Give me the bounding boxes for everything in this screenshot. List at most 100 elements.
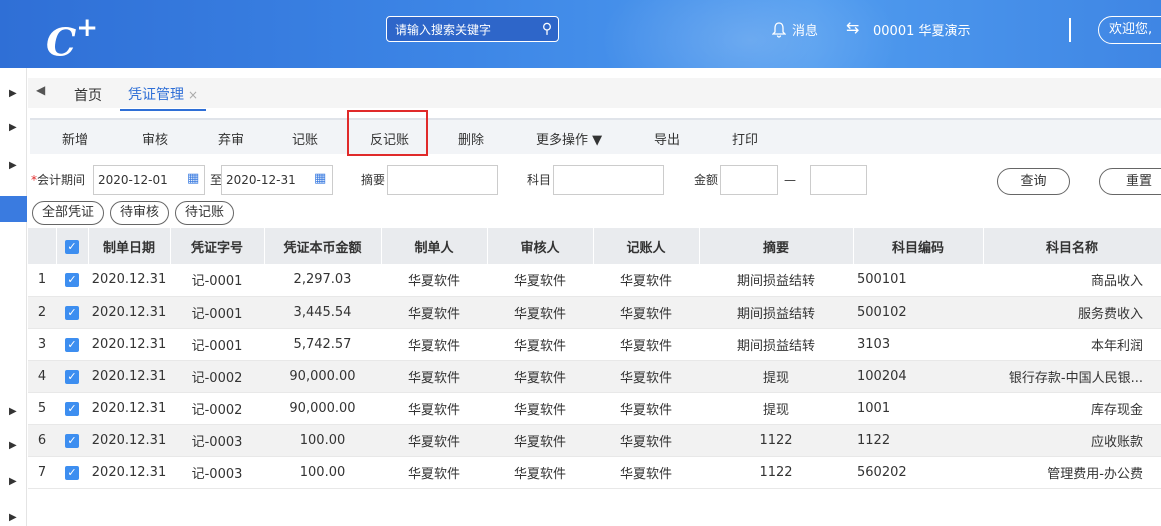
bell-icon — [772, 21, 786, 38]
tab-voucher-management[interactable]: 凭证管理 × — [120, 84, 207, 111]
chip-pending-audit[interactable]: 待审核 — [110, 201, 170, 225]
messages-label: 消息 — [792, 24, 819, 39]
toolbar: 新增 审核 弃审 记账 反记账 删除 更多操作 ▼ 导出 打印 — [30, 118, 1161, 154]
col-poster[interactable]: 记账人 — [593, 228, 700, 264]
cell-summary: 期间损益结转 — [699, 296, 853, 329]
checkbox-checked-icon[interactable]: ✓ — [65, 337, 79, 352]
switch-org-icon[interactable]: ⇆ — [846, 18, 859, 37]
left-nav-strip: ▶ ▶ ▶ ▶ ▶ ▶ ▶ — [0, 68, 27, 526]
period-label-text: 会计期间 — [37, 173, 86, 187]
cell-maker: 华夏软件 — [381, 456, 487, 489]
cell-subject-code: 500101 — [853, 264, 983, 297]
checkbox-checked-icon[interactable]: ✓ — [65, 465, 79, 480]
col-amount[interactable]: 凭证本币金额 — [264, 228, 382, 264]
tab-scroll-left-icon[interactable]: ◀ — [36, 83, 45, 97]
checkbox-checked-icon[interactable]: ✓ — [65, 433, 79, 448]
expand-arrow-icon[interactable]: ▶ — [9, 122, 17, 133]
amount-max-input[interactable] — [810, 165, 867, 195]
cell-voucher-no: 记-0001 — [170, 328, 264, 361]
cell-date: 2020.12.31 — [88, 296, 170, 329]
top-header: C+ 请输入搜索关键字 ⚲ 消息 ⇆ 00001 华夏演示 欢迎您, — [0, 0, 1161, 68]
search-icon[interactable]: ⚲ — [536, 21, 558, 37]
table-row[interactable]: 1 ✓ 2020.12.31 记-0001 2,297.03 华夏软件 华夏软件 华夏软件 期间… — [28, 264, 1161, 297]
col-voucher-no[interactable]: 凭证字号 — [170, 228, 265, 264]
cell-select: ✓ — [56, 296, 88, 329]
col-subject-name[interactable]: 科目名称 — [983, 228, 1161, 264]
table-row[interactable]: 2 ✓ 2020.12.31 记-0001 3,445.54 华夏软件 华夏软件 华夏软件 期间… — [28, 296, 1161, 329]
col-date[interactable]: 制单日期 — [88, 228, 171, 264]
checkbox-checked-icon[interactable]: ✓ — [65, 369, 79, 384]
table-row[interactable]: 3 ✓ 2020.12.31 记-0001 5,742.57 华夏软件 华夏软件 华夏软件 期间… — [28, 328, 1161, 361]
logo-sup: + — [76, 13, 99, 43]
cell-poster: 华夏软件 — [593, 392, 699, 425]
delete-button[interactable]: 删除 — [458, 129, 484, 148]
cell-subject-code: 3103 — [853, 328, 983, 361]
col-select-all[interactable]: ✓ — [56, 228, 89, 264]
active-nav-marker[interactable] — [0, 196, 27, 222]
cell-amount: 2,297.03 — [264, 264, 381, 297]
welcome-button[interactable]: 欢迎您, — [1098, 16, 1161, 44]
expand-arrow-icon[interactable]: ▶ — [9, 476, 17, 487]
cell-voucher-no: 记-0003 — [170, 456, 264, 489]
amount-dash: — — [784, 173, 796, 187]
expand-arrow-icon[interactable]: ▶ — [9, 406, 17, 417]
add-button[interactable]: 新增 — [62, 129, 88, 148]
cell-date: 2020.12.31 — [88, 360, 170, 393]
amount-min-input[interactable] — [720, 165, 778, 195]
cell-poster: 华夏软件 — [593, 360, 699, 393]
post-button[interactable]: 记账 — [292, 129, 318, 148]
col-subject-code[interactable]: 科目编码 — [853, 228, 984, 264]
table-row[interactable]: 6 ✓ 2020.12.31 记-0003 100.00 华夏软件 华夏软件 华夏软件 1122… — [28, 424, 1161, 457]
table-row[interactable]: 5 ✓ 2020.12.31 记-0002 90,000.00 华夏软件 华夏软件 华夏软件提… — [28, 392, 1161, 425]
cell-select: ✓ — [56, 264, 88, 297]
row-index: 5 — [28, 392, 56, 425]
cell-date: 2020.12.31 — [88, 264, 170, 297]
cell-subject-name: 商品收入 — [983, 264, 1161, 297]
cell-select: ✓ — [56, 392, 88, 425]
col-summary[interactable]: 摘要 — [699, 228, 854, 264]
cell-auditor: 华夏软件 — [487, 456, 593, 489]
cell-subject-code: 500102 — [853, 296, 983, 329]
search-box[interactable]: 请输入搜索关键字 ⚲ — [386, 16, 559, 42]
checkbox-checked-icon[interactable]: ✓ — [65, 239, 79, 254]
checkbox-checked-icon[interactable]: ✓ — [65, 305, 79, 320]
expand-arrow-icon[interactable]: ▶ — [9, 440, 17, 451]
table-header-row: ✓ 制单日期 凭证字号 凭证本币金额 制单人 审核人 记账人 摘要 科目编码 科… — [28, 228, 1161, 264]
col-maker[interactable]: 制单人 — [381, 228, 488, 264]
cell-amount: 100.00 — [264, 424, 381, 457]
audit-button[interactable]: 审核 — [142, 129, 168, 148]
export-button[interactable]: 导出 — [654, 129, 680, 148]
voucher-filter-chips: 全部凭证 待审核 待记账 — [32, 201, 235, 225]
reset-button[interactable]: 重置 — [1099, 168, 1161, 195]
tab-home[interactable]: 首页 — [74, 85, 102, 105]
close-icon[interactable]: × — [188, 88, 198, 102]
subject-input[interactable] — [553, 165, 664, 195]
print-button[interactable]: 打印 — [732, 129, 758, 148]
table-row[interactable]: 7 ✓ 2020.12.31 记-0003 100.00 华夏软件 华夏软件 华夏软件 1122… — [28, 456, 1161, 489]
expand-arrow-icon[interactable]: ▶ — [9, 160, 17, 171]
cell-summary: 1122 — [699, 424, 853, 457]
header-divider — [1069, 18, 1071, 42]
checkbox-checked-icon[interactable]: ✓ — [65, 273, 79, 288]
checkbox-checked-icon[interactable]: ✓ — [65, 401, 79, 416]
cell-auditor: 华夏软件 — [487, 392, 593, 425]
app-logo[interactable]: C+ — [46, 10, 98, 67]
more-actions-button[interactable]: 更多操作 ▼ — [536, 129, 602, 148]
summary-input[interactable] — [387, 165, 498, 195]
expand-arrow-icon[interactable]: ▶ — [9, 88, 17, 99]
messages-link[interactable]: 消息 — [772, 20, 818, 39]
search-input[interactable]: 请输入搜索关键字 — [395, 21, 536, 38]
chip-all-vouchers[interactable]: 全部凭证 — [32, 201, 105, 225]
query-button[interactable]: 查询 — [997, 168, 1070, 195]
calendar-icon[interactable]: ▦ — [314, 171, 326, 186]
col-auditor[interactable]: 审核人 — [487, 228, 594, 264]
unaudit-button[interactable]: 弃审 — [218, 129, 244, 148]
calendar-icon[interactable]: ▦ — [187, 171, 199, 186]
cell-amount: 3,445.54 — [264, 296, 381, 329]
period-label: *会计期间 — [31, 165, 85, 195]
cell-select: ✓ — [56, 456, 88, 489]
cell-auditor: 华夏软件 — [487, 424, 593, 457]
expand-arrow-icon[interactable]: ▶ — [9, 512, 17, 523]
table-row[interactable]: 4 ✓ 2020.12.31 记-0002 90,000.00 华夏软件 华夏软件 华夏软件提… — [28, 360, 1161, 393]
chip-pending-post[interactable]: 待记账 — [175, 201, 235, 225]
